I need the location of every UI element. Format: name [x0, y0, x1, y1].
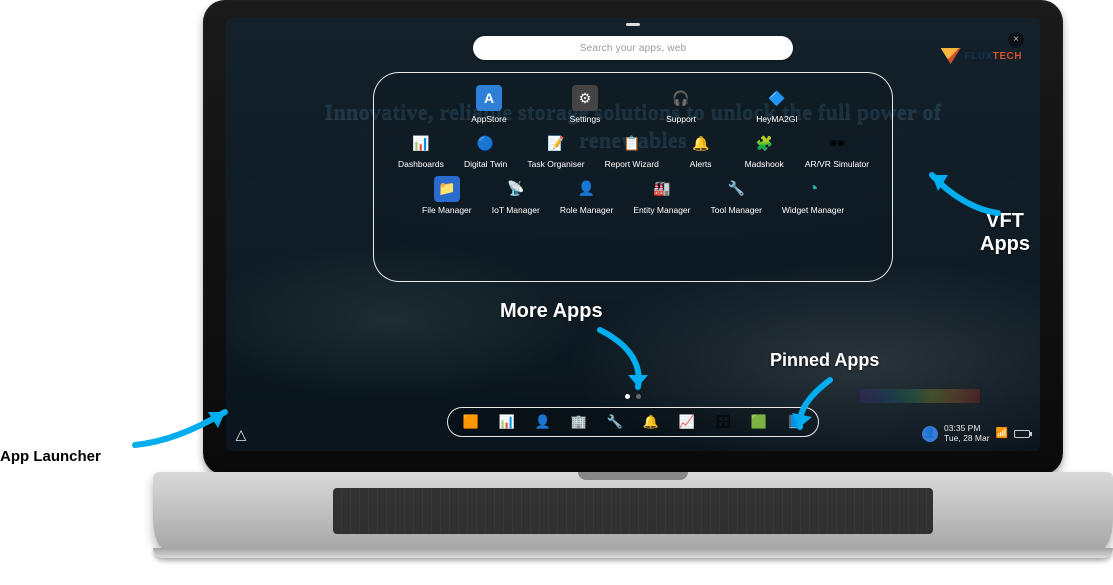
app-alerts[interactable]: Alerts: [679, 130, 723, 169]
system-tray[interactable]: 👤 03:35 PM Tue, 28 Mar 📶: [922, 424, 1030, 443]
dock-item-3[interactable]: [534, 413, 552, 431]
app-label: Support: [666, 115, 696, 124]
app-madshook[interactable]: Madshook: [742, 130, 786, 169]
report-wizard-icon: [619, 130, 645, 156]
support-icon: [668, 85, 694, 111]
app-entity-manager[interactable]: Entity Manager: [633, 176, 690, 215]
arvr-icon: [824, 130, 850, 156]
digital-twin-icon: [473, 130, 499, 156]
brand-mark-icon: [941, 48, 961, 64]
callout-vft-line2: Apps: [980, 233, 1030, 256]
apps-row-2: Dashboards Digital Twin Task Organiser R…: [392, 130, 874, 169]
arrow-app-launcher-icon: [130, 400, 240, 460]
brand-text: FLUXTECH: [965, 51, 1022, 62]
arrow-pinned-apps-icon: [790, 375, 860, 445]
dock-item-5[interactable]: [606, 413, 624, 431]
entity-manager-icon: [649, 176, 675, 202]
app-support[interactable]: Support: [650, 85, 712, 124]
settings-icon: [572, 85, 598, 111]
heyma2gi-icon: [764, 85, 790, 111]
app-label: Dashboards: [398, 160, 444, 169]
app-label: AR/VR Simulator: [805, 160, 869, 169]
user-avatar-icon[interactable]: 👤: [922, 426, 938, 442]
spectrum-strip: [860, 389, 980, 403]
app-label: Report Wizard: [605, 160, 659, 169]
role-manager-icon: [574, 176, 600, 202]
app-label: Settings: [570, 115, 601, 124]
dock-item-9[interactable]: [750, 413, 768, 431]
brand-logo: FLUXTECH: [941, 48, 1022, 64]
keyboard: [333, 488, 933, 534]
wifi-icon[interactable]: 📶: [996, 428, 1008, 439]
app-tool-manager[interactable]: Tool Manager: [710, 176, 762, 215]
app-label: Entity Manager: [633, 206, 690, 215]
dock-inner: [447, 407, 819, 437]
laptop-deck: [153, 472, 1113, 550]
appstore-icon: [476, 85, 502, 111]
app-role-manager[interactable]: Role Manager: [560, 176, 613, 215]
arrow-more-apps-icon: [590, 325, 670, 405]
search-placeholder: Search your apps, web: [580, 43, 686, 54]
app-label: Task Organiser: [527, 160, 584, 169]
arrow-vft-apps-icon: [920, 165, 1010, 235]
dock-item-2[interactable]: [498, 413, 516, 431]
dock-item-7[interactable]: [678, 413, 696, 431]
close-button[interactable]: ×: [1008, 32, 1024, 48]
alerts-icon: [688, 130, 714, 156]
app-appstore[interactable]: AppStore: [458, 85, 520, 124]
search-input[interactable]: Search your apps, web: [473, 36, 793, 60]
callout-more-apps: More Apps: [500, 300, 603, 323]
app-label: HeyMA2GI: [756, 115, 798, 124]
dock-item-1[interactable]: [462, 413, 480, 431]
app-iot-manager[interactable]: IoT Manager: [492, 176, 540, 215]
dashboards-icon: [408, 130, 434, 156]
dock-item-8[interactable]: [714, 413, 732, 431]
apps-row-1: AppStore Settings Support HeyMA2GI: [392, 85, 874, 124]
app-arvr-simulator[interactable]: AR/VR Simulator: [806, 130, 868, 169]
app-label: File Manager: [422, 206, 472, 215]
clock-date: Tue, 28 Mar: [944, 434, 990, 443]
file-manager-icon: [434, 176, 460, 202]
dock-item-4[interactable]: [570, 413, 588, 431]
app-label: Widget Manager: [782, 206, 844, 215]
app-report-wizard[interactable]: Report Wizard: [605, 130, 659, 169]
app-label: AppStore: [471, 115, 506, 124]
iot-manager-icon: [503, 176, 529, 202]
app-file-manager[interactable]: File Manager: [422, 176, 472, 215]
clock: 03:35 PM Tue, 28 Mar: [944, 424, 990, 443]
notch-indicator: [626, 23, 640, 26]
app-label: Madshook: [745, 160, 784, 169]
app-task-organiser[interactable]: Task Organiser: [527, 130, 584, 169]
app-dashboards[interactable]: Dashboards: [398, 130, 444, 169]
app-label: Role Manager: [560, 206, 613, 215]
app-label: IoT Manager: [492, 206, 540, 215]
app-label: Alerts: [690, 160, 712, 169]
battery-icon: [1014, 430, 1030, 438]
apps-panel: AppStore Settings Support HeyMA2GI Dashb…: [373, 72, 893, 282]
apps-row-3: File Manager IoT Manager Role Manager En…: [392, 176, 874, 215]
laptop-front-edge: [153, 548, 1113, 558]
app-widget-manager[interactable]: Widget Manager: [782, 176, 844, 215]
app-label: Digital Twin: [464, 160, 507, 169]
callout-app-launcher: App Launcher: [0, 448, 101, 465]
dock-item-6[interactable]: [642, 413, 660, 431]
app-label: Tool Manager: [710, 206, 762, 215]
madshook-icon: [751, 130, 777, 156]
widget-manager-icon: [800, 176, 826, 202]
app-settings[interactable]: Settings: [554, 85, 616, 124]
tool-manager-icon: [723, 176, 749, 202]
app-digital-twin[interactable]: Digital Twin: [464, 130, 508, 169]
task-organiser-icon: [543, 130, 569, 156]
app-heyma2gi[interactable]: HeyMA2GI: [746, 85, 808, 124]
callout-pinned-apps: Pinned Apps: [770, 350, 879, 371]
stage: Innovative, reliable storage solutions t…: [0, 0, 1113, 585]
dock: [447, 407, 819, 437]
